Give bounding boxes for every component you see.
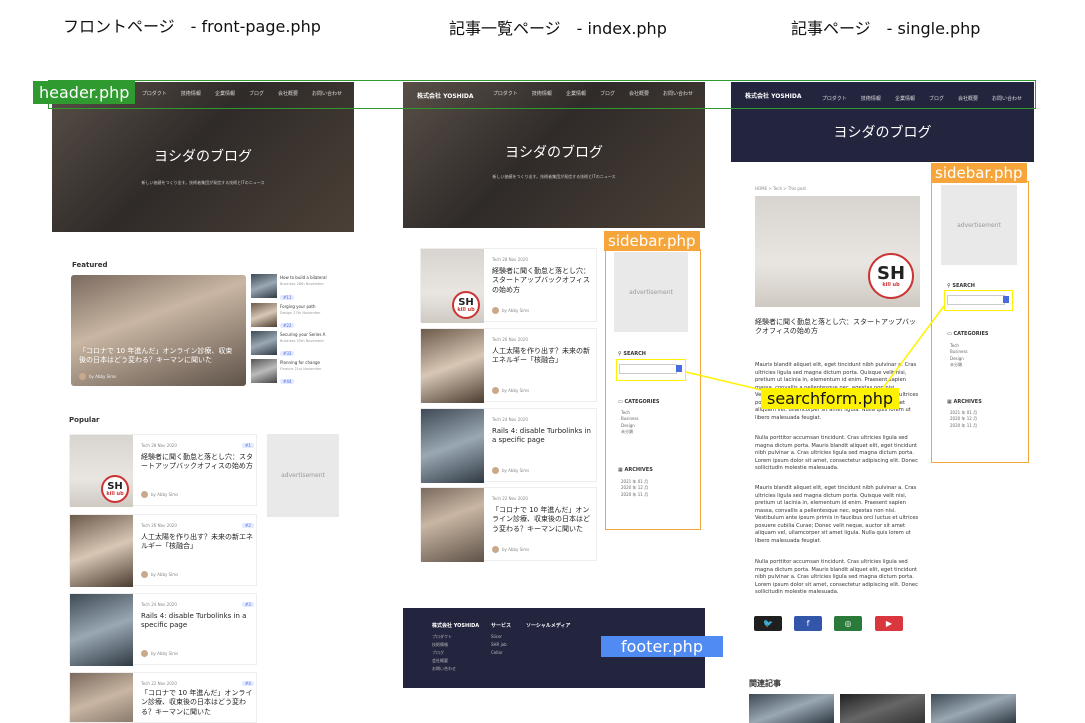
searchform-label: searchform.php <box>761 388 899 409</box>
connector-line <box>685 371 771 393</box>
connector-line <box>879 305 945 393</box>
header-label: header.php <box>33 81 136 104</box>
header-frame <box>48 80 1036 109</box>
